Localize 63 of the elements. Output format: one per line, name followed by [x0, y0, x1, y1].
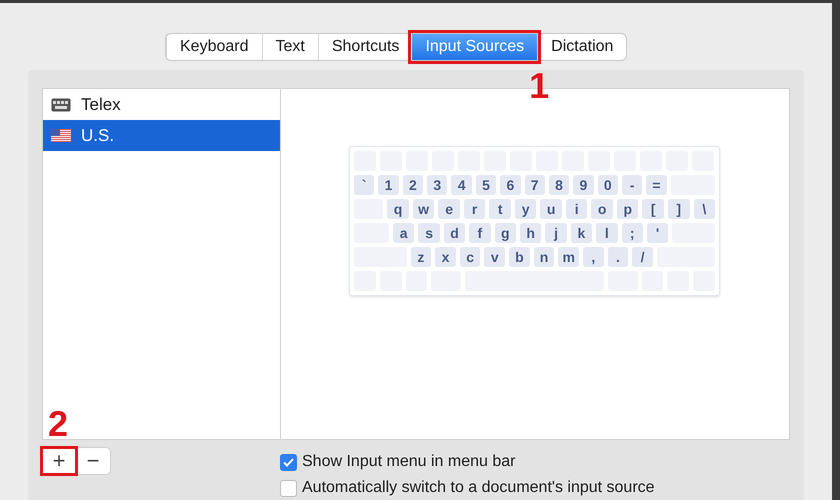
flag-icon: [51, 129, 71, 142]
tab[interactable]: Keyboard: [166, 34, 262, 60]
checkmark-icon: [283, 458, 294, 466]
key: s: [418, 223, 440, 243]
key: v: [484, 247, 506, 267]
key: ]: [668, 199, 690, 219]
key: 2: [402, 175, 424, 195]
key: =: [646, 175, 667, 195]
key: ,: [583, 247, 604, 267]
key: e: [438, 199, 460, 219]
key: j: [545, 223, 567, 243]
remove-button[interactable]: −: [76, 448, 110, 474]
key: q: [387, 199, 409, 219]
key: w: [412, 199, 434, 219]
key: x: [435, 247, 456, 267]
key: r: [464, 199, 486, 219]
key: ': [646, 223, 668, 243]
source-item[interactable]: U.S.: [43, 120, 280, 151]
tab[interactable]: Text: [262, 34, 318, 60]
key: [: [642, 199, 664, 219]
key: a: [393, 223, 414, 243]
key: i: [566, 199, 588, 219]
checkbox[interactable]: [280, 480, 297, 496]
option-label: Show Input menu in menu bar: [302, 452, 516, 472]
key: 1: [378, 175, 399, 195]
key: 8: [548, 175, 570, 195]
add-button[interactable]: +: [42, 448, 76, 474]
key: ;: [622, 223, 643, 243]
key: p: [616, 199, 638, 219]
key: /: [632, 247, 653, 267]
key: u: [540, 199, 562, 219]
key: h: [520, 223, 542, 243]
key: l: [596, 223, 618, 243]
keyboard-icon: [51, 98, 71, 112]
checkbox[interactable]: [280, 454, 297, 470]
key: z: [410, 247, 432, 267]
key: m: [558, 247, 579, 267]
key: f: [469, 223, 491, 243]
key: n: [534, 247, 554, 267]
key: b: [509, 247, 530, 267]
key: t: [489, 199, 511, 219]
key: d: [444, 223, 466, 243]
key: .: [608, 247, 628, 267]
key: c: [460, 247, 480, 267]
key: 5: [476, 175, 496, 195]
key: y: [514, 199, 536, 219]
annotation-number: 2: [48, 406, 68, 442]
key: -: [622, 175, 642, 195]
option-label: Automatically switch to a document's input source: [302, 478, 655, 498]
key: \: [694, 199, 716, 219]
key: 0: [598, 175, 618, 195]
key: 4: [451, 175, 472, 195]
key: 6: [500, 175, 521, 195]
key: 7: [524, 175, 545, 195]
annotation-number: 1: [529, 68, 550, 104]
key: g: [494, 223, 516, 243]
key: `: [354, 175, 374, 195]
tab[interactable]: Dictation: [537, 34, 626, 60]
key: 3: [427, 175, 448, 195]
key: 9: [573, 175, 594, 195]
key: k: [570, 223, 592, 243]
key: o: [591, 199, 613, 219]
source-item[interactable]: Telex: [43, 89, 280, 120]
